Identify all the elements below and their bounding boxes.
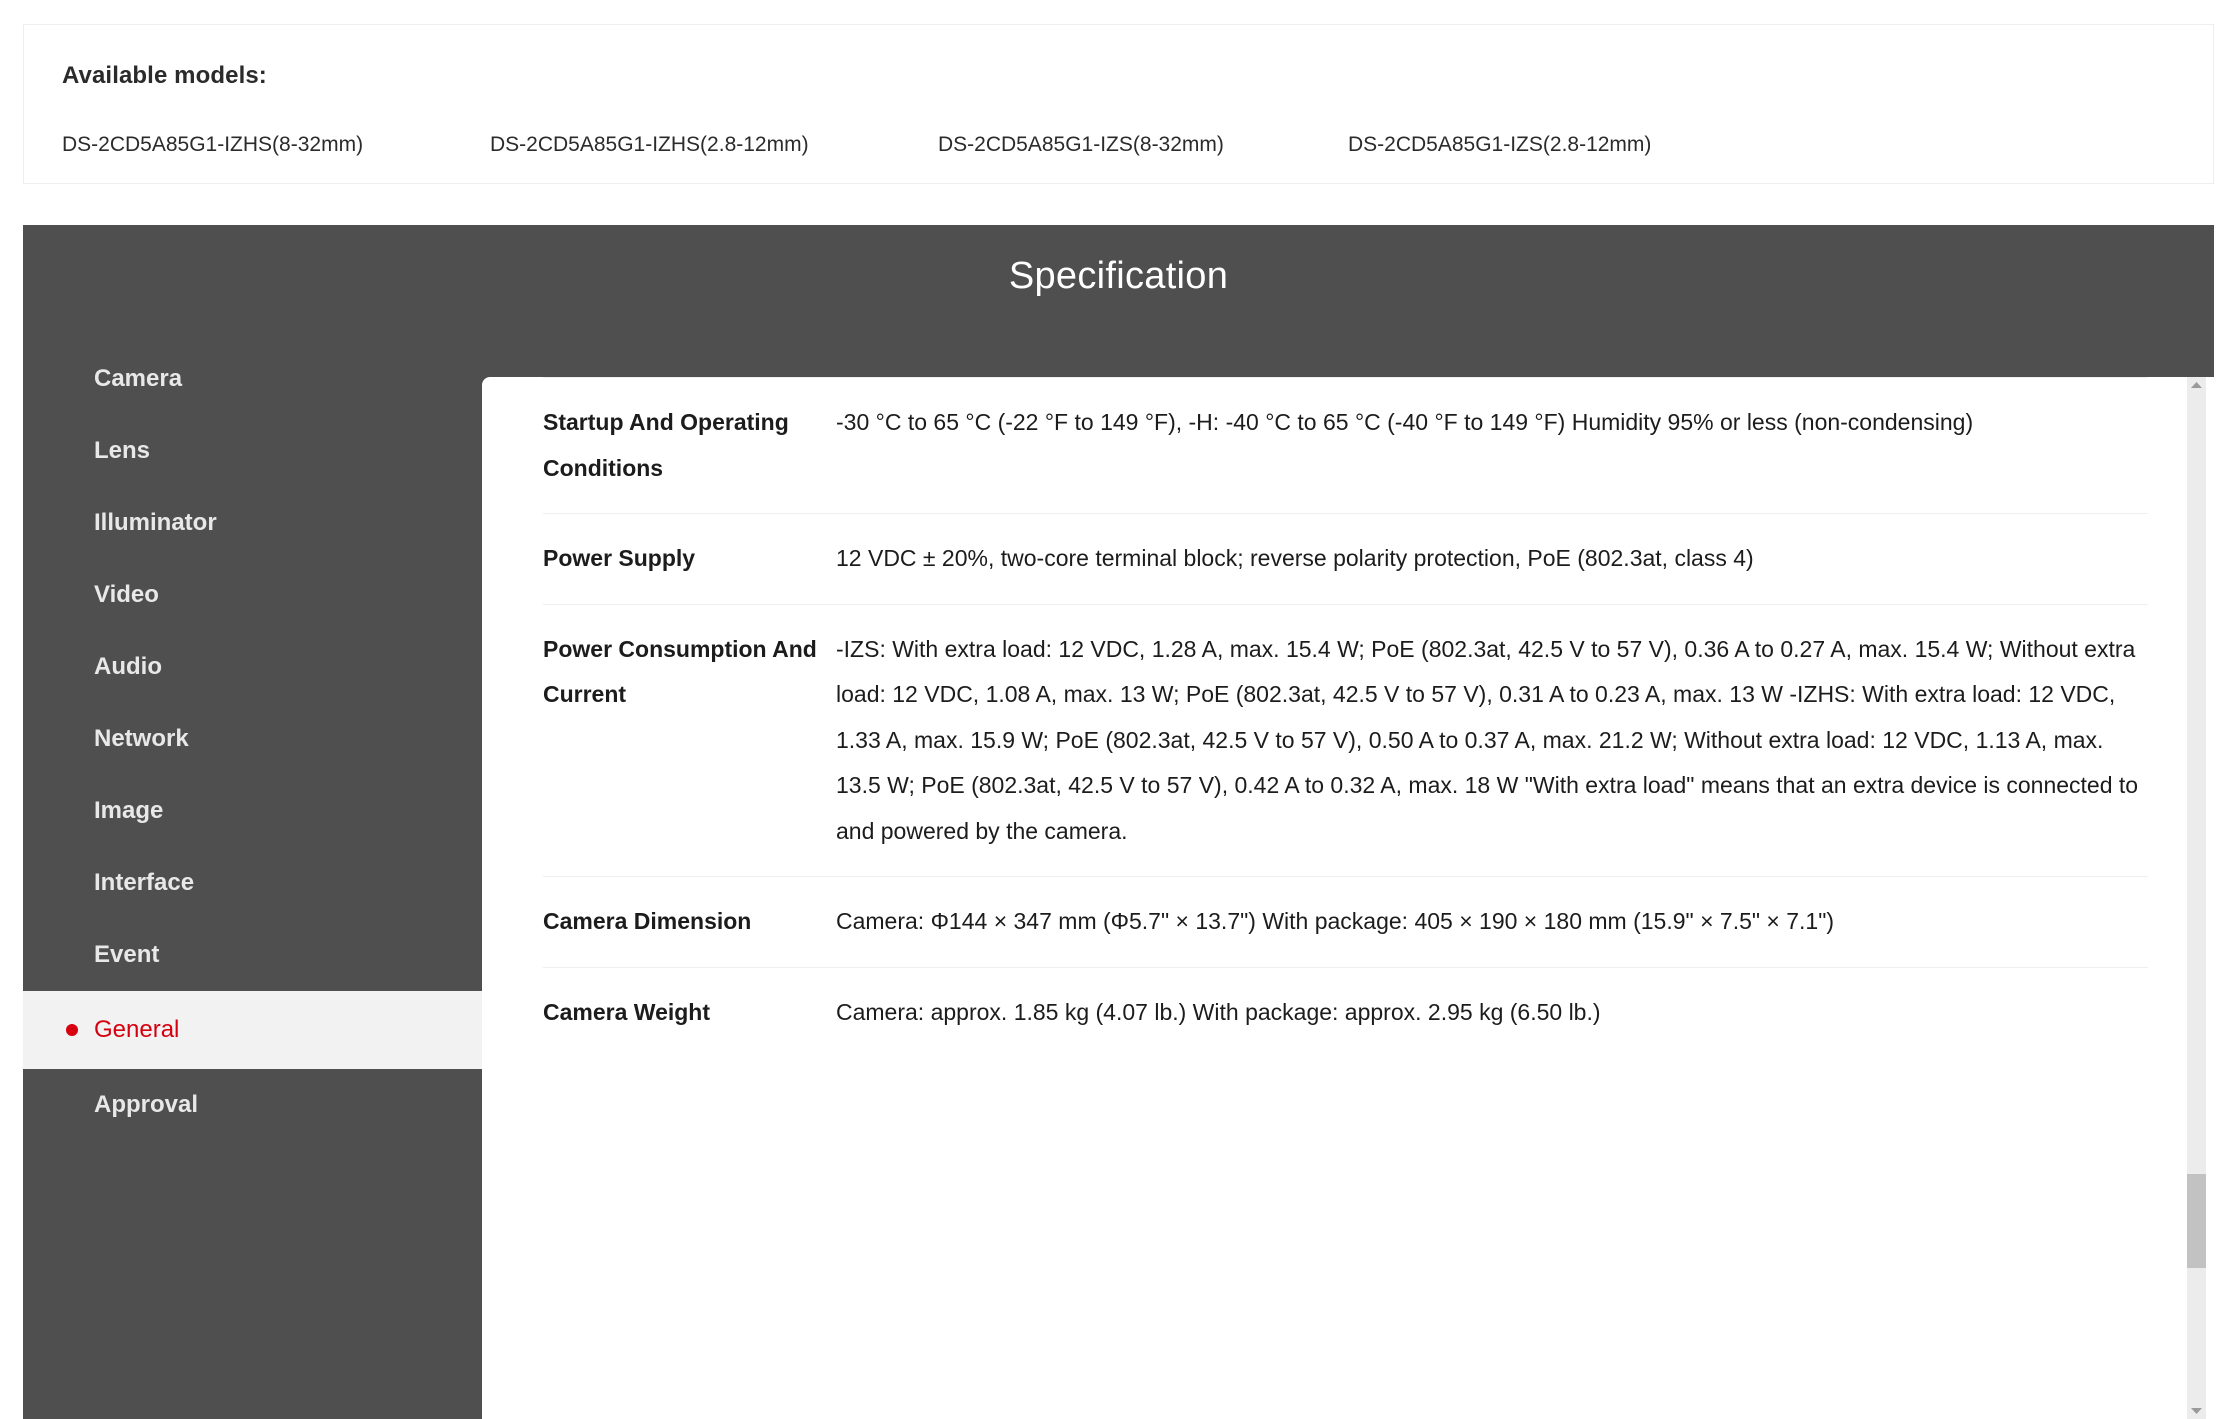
sidebar-item-label: Network — [94, 725, 189, 752]
spec-value: 12 VDC ± 20%, two-core terminal block; r… — [836, 545, 1754, 572]
scroll-down-arrow-icon[interactable] — [2187, 1402, 2206, 1419]
available-models-title: Available models: — [62, 62, 267, 89]
spec-value: Camera: Φ144 × 347 mm (Φ5.7" × 13.7") Wi… — [836, 908, 1835, 935]
specification-scrollbar[interactable] — [2187, 377, 2206, 1419]
sidebar-item-label: Image — [94, 797, 164, 824]
spec-key: Power Consumption And Current — [543, 635, 817, 708]
active-bullet-icon — [66, 1024, 78, 1036]
sidebar-item-label: Camera — [94, 365, 183, 392]
specification-panel: Startup And Operating Conditions -30 °C … — [482, 377, 2214, 1419]
spec-key: Camera Weight — [543, 998, 711, 1025]
sidebar-item-approval[interactable]: Approval — [23, 1069, 482, 1141]
sidebar-item-illuminator[interactable]: Illuminator — [23, 487, 482, 559]
sidebar-item-lens[interactable]: Lens — [23, 415, 482, 487]
available-models-list: DS-2CD5A85G1-IZHS(8-32mm) DS-2CD5A85G1-I… — [62, 133, 2193, 157]
spec-key: Camera Dimension — [543, 908, 752, 935]
sidebar-item-label: Event — [94, 941, 160, 968]
sidebar-item-general[interactable]: General — [23, 991, 482, 1069]
spec-value: Camera: approx. 1.85 kg (4.07 lb.) With … — [836, 998, 1601, 1025]
sidebar-item-audio[interactable]: Audio — [23, 631, 482, 703]
model-item: DS-2CD5A85G1-IZHS(2.8-12mm) — [490, 133, 809, 156]
model-item: DS-2CD5A85G1-IZS(2.8-12mm) — [1348, 133, 1652, 156]
model-item: DS-2CD5A85G1-IZS(8-32mm) — [938, 133, 1224, 156]
sidebar-item-label: Audio — [94, 653, 162, 680]
specification-sidebar: Camera Lens Illuminator Video Audio Netw… — [23, 343, 482, 1419]
sidebar-item-network[interactable]: Network — [23, 703, 482, 775]
sidebar-item-event[interactable]: Event — [23, 919, 482, 991]
specification-heading: Specification — [1008, 255, 1229, 297]
specification-section: Specification Camera Lens Illuminator Vi… — [23, 225, 2214, 1419]
spec-key: Startup And Operating Conditions — [543, 409, 789, 481]
sidebar-item-label: Interface — [94, 869, 195, 896]
table-row: Camera Weight Camera: approx. 1.85 kg (4… — [543, 966, 2148, 1058]
sidebar-item-label: Video — [94, 581, 159, 608]
spec-value: -IZS: With extra load: 12 VDC, 1.28 A, m… — [836, 635, 2139, 844]
table-row: Camera Dimension Camera: Φ144 × 347 mm (… — [543, 876, 2148, 967]
table-row: Power Supply 12 VDC ± 20%, two-core term… — [543, 513, 2148, 604]
available-models-box: Available models: DS-2CD5A85G1-IZHS(8-32… — [23, 24, 2214, 184]
table-row: Power Consumption And Current -IZS: With… — [543, 603, 2148, 877]
scroll-up-arrow-icon[interactable] — [2187, 377, 2206, 394]
sidebar-item-label: Approval — [94, 1091, 199, 1118]
sidebar-item-interface[interactable]: Interface — [23, 847, 482, 919]
model-item: DS-2CD5A85G1-IZHS(8-32mm) — [62, 133, 364, 156]
sidebar-item-video[interactable]: Video — [23, 559, 482, 631]
specification-table: Startup And Operating Conditions -30 °C … — [543, 377, 2148, 1057]
scrollbar-thumb[interactable] — [2187, 1174, 2206, 1268]
sidebar-item-label: Lens — [94, 437, 151, 464]
sidebar-item-camera[interactable]: Camera — [23, 343, 482, 415]
sidebar-item-label: Illuminator — [94, 509, 217, 536]
sidebar-item-image[interactable]: Image — [23, 775, 482, 847]
sidebar-item-label: General — [94, 1016, 180, 1043]
spec-key: Power Supply — [543, 545, 696, 572]
spec-value: -30 °C to 65 °C (-22 °F to 149 °F), -H: … — [836, 409, 1974, 435]
specification-scroll-area: Startup And Operating Conditions -30 °C … — [482, 377, 2186, 1419]
table-row: Startup And Operating Conditions -30 °C … — [543, 377, 2148, 513]
